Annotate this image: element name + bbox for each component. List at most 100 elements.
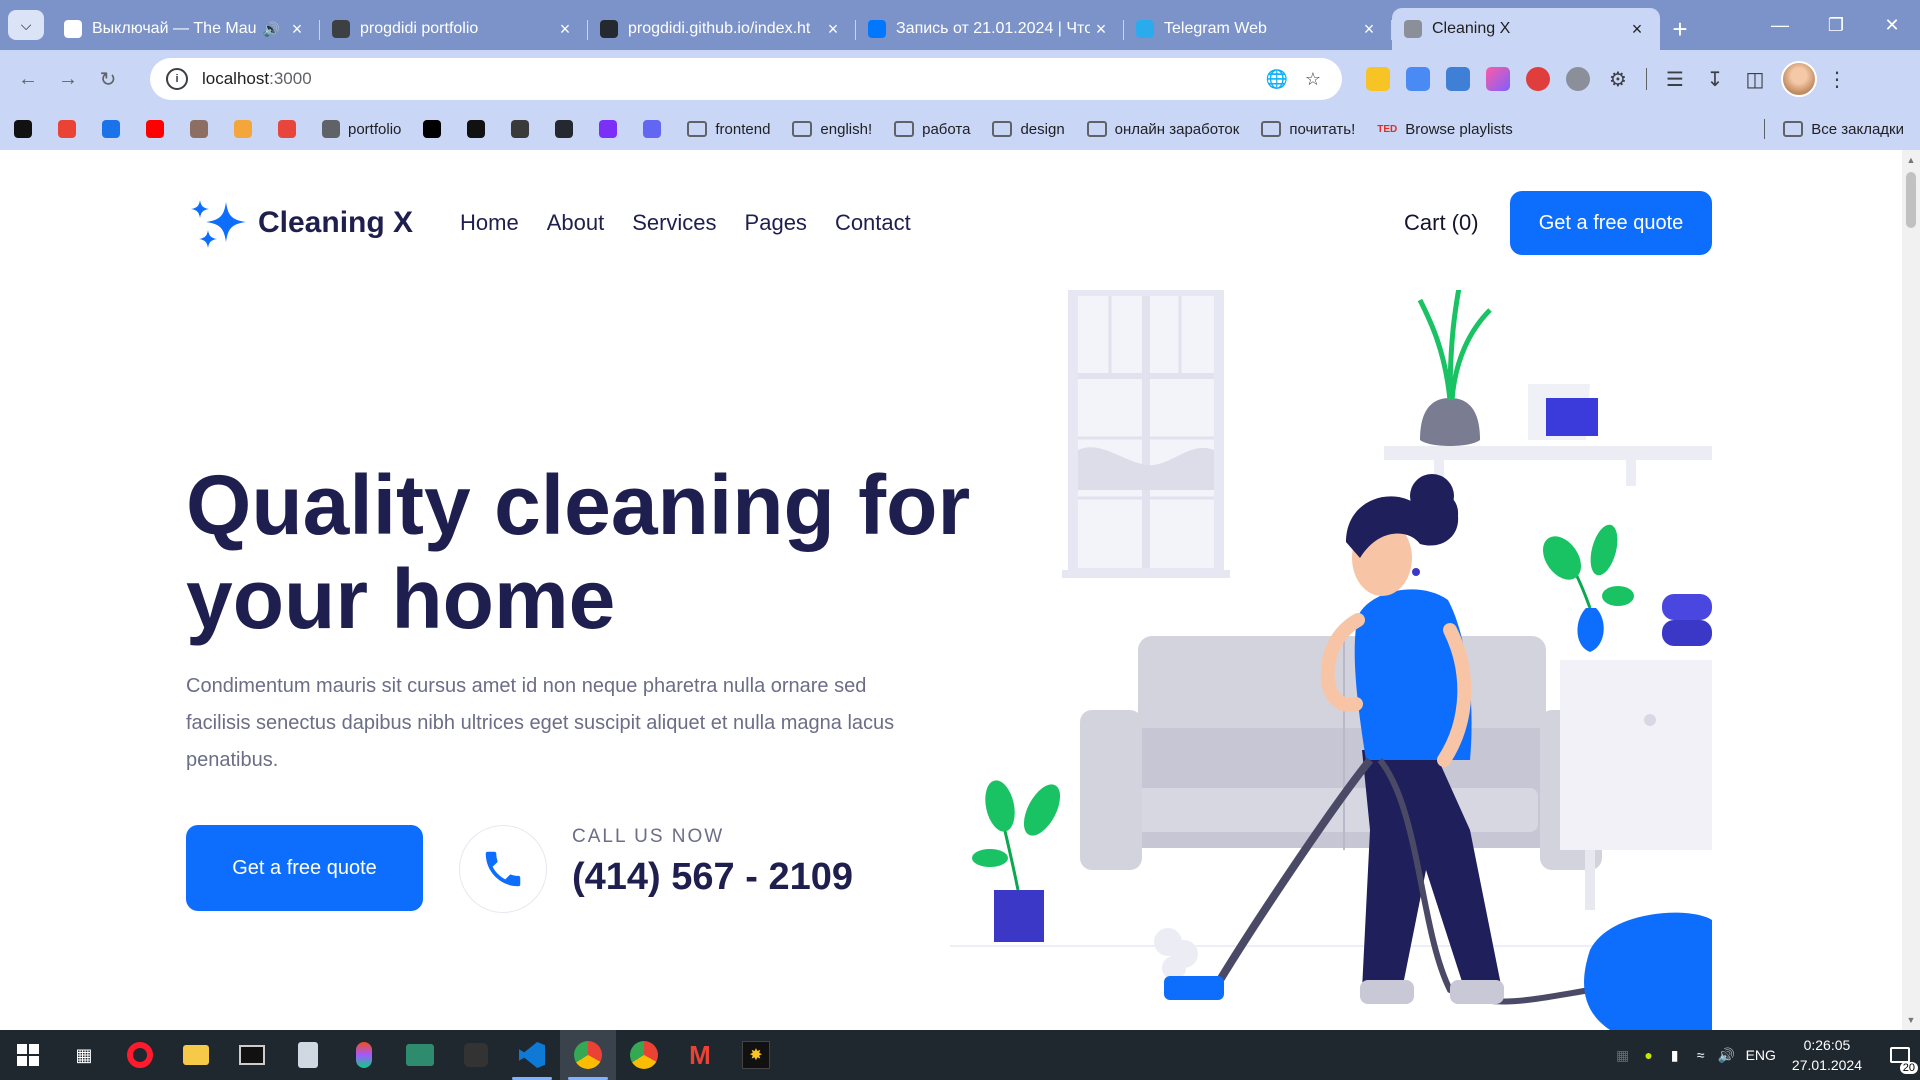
bookmark-item[interactable] [58, 120, 84, 138]
bookmark-item[interactable] [467, 120, 493, 138]
start-button[interactable] [0, 1030, 56, 1080]
reload-button[interactable]: ↻ [88, 59, 128, 99]
taskbar-explorer[interactable] [168, 1030, 224, 1080]
browser-tab[interactable]: progdidi.github.io/index.ht × [588, 8, 856, 50]
tab-audio-icon[interactable]: 🔊 [263, 21, 280, 38]
extension-screenshot-icon[interactable] [1446, 67, 1470, 91]
nav-link-home[interactable]: Home [460, 210, 519, 236]
nav-link-services[interactable]: Services [632, 210, 716, 236]
minimize-button[interactable]: — [1752, 0, 1808, 50]
extension-color-icon[interactable] [1486, 67, 1510, 91]
folder-icon [792, 121, 813, 137]
bookmark-ted[interactable]: TED Browse playlists [1377, 121, 1513, 138]
site-logo[interactable]: Cleaning X [186, 196, 413, 250]
cart-link[interactable]: Cart (0) [1404, 210, 1479, 236]
bookmark-folder[interactable]: frontend [687, 121, 770, 138]
bookmark-item[interactable] [234, 120, 260, 138]
tab-title: Выключай — The Mau [92, 20, 257, 37]
browser-tab[interactable]: progdidi portfolio × [320, 8, 588, 50]
download-icon[interactable]: ↧ [1695, 59, 1735, 99]
scroll-up-arrow-icon[interactable]: ▲ [1902, 152, 1920, 168]
new-tab-button[interactable]: + [1660, 8, 1700, 50]
bookmark-item[interactable] [278, 120, 304, 138]
bookmark-item[interactable] [511, 120, 537, 138]
taskbar-figma[interactable] [336, 1030, 392, 1080]
nav-link-contact[interactable]: Contact [835, 210, 911, 236]
bookmark-folder[interactable]: design [992, 121, 1065, 138]
taskbar-calculator[interactable] [280, 1030, 336, 1080]
tray-app-icon[interactable]: ▦ [1610, 1047, 1636, 1064]
language-indicator[interactable]: ENG [1746, 1047, 1776, 1063]
taskbar-app-g[interactable] [448, 1030, 504, 1080]
page-scrollbar[interactable]: ▲ ▼ [1902, 150, 1920, 1030]
folder-icon [1261, 121, 1282, 137]
back-button[interactable]: ← [8, 59, 48, 99]
bookmark-item[interactable] [102, 120, 128, 138]
site-info-icon[interactable]: i [166, 68, 188, 90]
taskbar-vscode[interactable] [504, 1030, 560, 1080]
browser-tab[interactable]: Выключай — The Mau 🔊 × [52, 8, 320, 50]
tab-close-icon[interactable]: × [1626, 19, 1648, 40]
bookmark-item[interactable] [14, 120, 40, 138]
browser-tab[interactable]: Telegram Web × [1124, 8, 1392, 50]
tab-search-button[interactable]: ⌵ [8, 10, 44, 40]
bookmark-folder[interactable]: почитать! [1261, 121, 1355, 138]
extension-s-icon[interactable] [1526, 67, 1550, 91]
clock[interactable]: 0:26:05 27.01.2024 [1792, 1035, 1862, 1075]
bookmark-item[interactable] [555, 120, 581, 138]
notification-center-button[interactable]: 20 [1880, 1030, 1920, 1080]
restore-button[interactable]: ❐ [1808, 0, 1864, 50]
hero-quote-button[interactable]: Get a free quote [186, 825, 423, 911]
tray-plus-icon[interactable]: ● [1636, 1047, 1662, 1063]
bookmark-star-icon[interactable]: ☆ [1300, 66, 1326, 92]
scrollbar-thumb[interactable] [1906, 172, 1916, 228]
address-bar[interactable]: i localhost:3000 🌐 ☆ [150, 58, 1342, 100]
close-window-button[interactable]: ✕ [1864, 0, 1920, 50]
forward-button[interactable]: → [48, 59, 88, 99]
taskbar-terminal[interactable] [224, 1030, 280, 1080]
all-bookmarks[interactable]: Все закладки [1764, 108, 1904, 150]
extension-translate-icon[interactable] [1406, 67, 1430, 91]
nav-link-about[interactable]: About [547, 210, 605, 236]
scroll-down-arrow-icon[interactable]: ▼ [1902, 1012, 1920, 1028]
taskbar-chrome-profile[interactable] [560, 1030, 616, 1080]
tab-close-icon[interactable]: × [554, 19, 576, 40]
profile-avatar[interactable] [1781, 61, 1817, 97]
taskbar-chrome[interactable] [616, 1030, 672, 1080]
media-control-icon[interactable]: ☰ [1655, 59, 1695, 99]
side-panel-icon[interactable]: ◫ [1735, 59, 1775, 99]
bookmark-item[interactable] [423, 120, 449, 138]
battery-icon[interactable]: ▮ [1662, 1047, 1688, 1064]
bookmark-folder[interactable]: english! [792, 121, 872, 138]
volume-icon[interactable]: 🔊 [1714, 1047, 1740, 1064]
browser-tab[interactable]: Cleaning X × [1392, 8, 1660, 50]
translate-icon[interactable]: 🌐 [1264, 66, 1290, 92]
nav-link-pages[interactable]: Pages [745, 210, 807, 236]
bookmark-item[interactable]: portfolio [322, 120, 401, 138]
task-view-button[interactable]: ▦ [56, 1030, 112, 1080]
tab-close-icon[interactable]: × [1090, 19, 1112, 40]
tab-close-icon[interactable]: × [1358, 19, 1380, 40]
bookmark-item[interactable] [146, 120, 172, 138]
bookmark-item[interactable] [599, 120, 625, 138]
bookmark-item[interactable] [643, 120, 669, 138]
wifi-icon[interactable]: ≈ [1688, 1047, 1714, 1063]
tab-close-icon[interactable]: × [286, 19, 308, 40]
header-quote-button[interactable]: Get a free quote [1510, 191, 1712, 255]
extension-gear-icon[interactable] [1566, 67, 1590, 91]
extension-icon[interactable] [1366, 67, 1390, 91]
url-text: localhost:3000 [202, 69, 312, 88]
taskbar-gmail[interactable]: M [672, 1030, 728, 1080]
browser-tab[interactable]: Запись от 21.01.2024 | Что × [856, 8, 1124, 50]
bookmark-folder[interactable]: работа [894, 121, 970, 138]
taskbar-opera[interactable] [112, 1030, 168, 1080]
taskbar-console[interactable] [392, 1030, 448, 1080]
menu-kebab-icon[interactable]: ⋮ [1817, 59, 1857, 99]
extensions-puzzle-icon[interactable]: ⚙ [1598, 59, 1638, 99]
phone-number[interactable]: (414) 567 - 2109 [572, 856, 853, 899]
tab-close-icon[interactable]: × [822, 19, 844, 40]
bookmark-item[interactable] [190, 120, 216, 138]
bookmark-favicon-icon [190, 120, 208, 138]
taskbar-app-star[interactable]: ✸ [728, 1030, 784, 1080]
bookmark-folder[interactable]: онлайн заработок [1086, 121, 1239, 138]
